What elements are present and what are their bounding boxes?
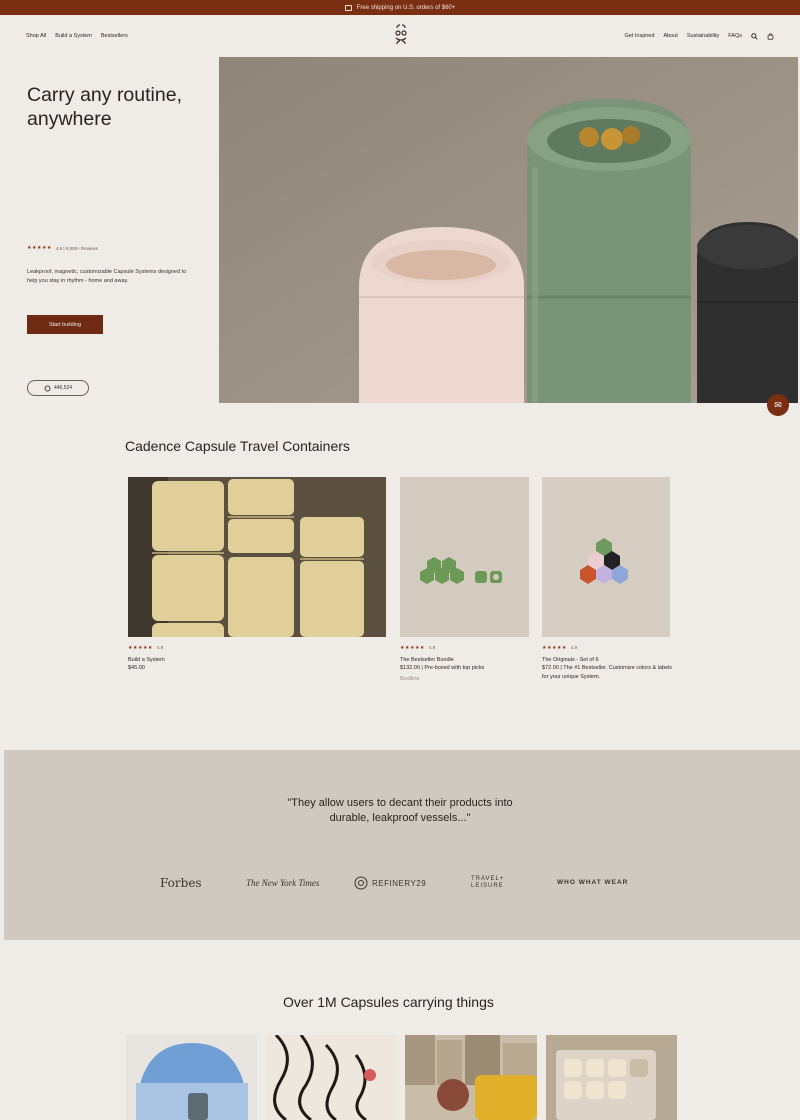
card-rating: ★★★★★ 4.9 (400, 644, 532, 653)
refinery29-mark-icon (354, 876, 368, 890)
announcement-bar: Free shipping on U.S. orders of $60+ (0, 0, 800, 15)
card-rating: ★★★★★ 4.9 (128, 644, 378, 653)
counter-value: 446,524 (53, 385, 73, 391)
press-section (4, 750, 800, 940)
community-photo-airplane[interactable] (126, 1035, 257, 1120)
announcement-text: Free shipping on U.S. orders of $60+ (356, 4, 456, 11)
nyt-logo: The New York Times (246, 878, 320, 888)
nav-left: Shop All Build a System Bestsellers (26, 33, 128, 39)
product-name: Build a System (128, 656, 165, 663)
hero-panel: Carry any routine, anywhere ★★★★★ 4.8 | … (0, 57, 218, 403)
abstract-pattern-photo (266, 1035, 397, 1120)
counter-pill[interactable]: 446,524 (27, 380, 89, 396)
yellow-capsules-photo (128, 477, 386, 637)
card-stars: ★★★★★ (128, 645, 153, 651)
who-what-wear-logo: WHO WHAT WEAR (557, 879, 629, 886)
gift-icon (344, 4, 352, 11)
city-taxi-photo (405, 1035, 537, 1120)
colorful-capsules-photo (542, 477, 670, 637)
search-icon[interactable] (751, 32, 758, 40)
brand-logo[interactable] (389, 23, 413, 47)
capsule-icon (44, 385, 51, 391)
nav-faqs[interactable]: FAQs (728, 33, 742, 39)
nav-about[interactable]: About (663, 33, 677, 39)
green-capsules-photo (400, 477, 529, 637)
nav-get-inspired[interactable]: Get Inspired (624, 33, 654, 39)
forbes-logo: Forbes (160, 876, 202, 890)
cart-icon[interactable] (767, 32, 774, 40)
nav-sustainability[interactable]: Sustainability (687, 33, 719, 39)
product-card-bestseller-bundle[interactable]: ★★★★★ 4.9 The Bestseller Bundle $132.00 |… (400, 644, 532, 683)
capsule-jars-photo (219, 57, 798, 403)
product-card-originals[interactable]: ★★★★★ 4.9 The Originals - Set of 6 $72.00… (542, 644, 674, 681)
travel-leisure-logo: TRAVEL+ LEISURE (471, 876, 505, 889)
nav-bestsellers[interactable]: Bestsellers (101, 33, 128, 39)
rating-text: 4.8 | 6,000+ Reviews (55, 245, 98, 251)
card-stars: ★★★★★ (400, 645, 425, 651)
nav-shop-all[interactable]: Shop All (26, 33, 46, 39)
community-photo-capsules[interactable] (546, 1035, 677, 1120)
main-nav: Shop All Build a System Bestsellers Get … (0, 15, 800, 57)
chat-launcher-icon[interactable]: ✉ (767, 394, 789, 416)
product-price: $72.00 | The #1 Bestseller. Customize co… (542, 665, 673, 680)
community-photo-city[interactable] (405, 1035, 537, 1120)
product-tag: Bestline (400, 675, 420, 682)
hero-description: Leakproof, magnetic, customizable Capsul… (27, 269, 187, 284)
card-rating-value: 4.9 (428, 645, 436, 650)
airplane-window-photo (126, 1035, 257, 1120)
press-quote: "They allow users to decant their produc… (287, 797, 513, 824)
hero-image (219, 57, 798, 403)
product-image-bestseller-bundle[interactable] (400, 477, 529, 637)
product-name: The Originals - Set of 6 (542, 656, 599, 663)
refinery29-text: REFINERY29 (372, 878, 427, 888)
card-rating: ★★★★★ 4.9 (542, 644, 674, 653)
community-photo-pattern[interactable] (266, 1035, 397, 1120)
nav-build-system[interactable]: Build a System (55, 33, 92, 39)
card-stars: ★★★★★ (542, 645, 567, 651)
rating-stars: ★★★★★ (27, 245, 52, 251)
product-price: $132.00 | Pre-boxed with top picks (400, 665, 485, 671)
nav-right: Get Inspired About Sustainability FAQs (624, 32, 774, 40)
capsule-case-photo (546, 1035, 677, 1120)
start-building-button[interactable]: Start building (27, 315, 103, 334)
card-rating-value: 4.9 (570, 645, 578, 650)
products-section-title: Cadence Capsule Travel Containers (125, 438, 350, 454)
product-name: The Bestseller Bundle (400, 656, 454, 663)
card-rating-value: 4.9 (156, 645, 164, 650)
community-section-title: Over 1M Capsules carrying things (283, 994, 494, 1010)
hero-title: Carry any routine, anywhere (27, 84, 182, 130)
product-image-originals[interactable] (542, 477, 670, 637)
product-card-build-system[interactable]: ★★★★★ 4.9 Build a System $45.00 (128, 644, 378, 673)
hero-rating: ★★★★★ 4.8 | 6,000+ Reviews (27, 245, 98, 251)
product-price: $45.00 (128, 665, 145, 671)
refinery29-logo: REFINERY29 (354, 876, 426, 890)
product-image-build-system[interactable] (128, 477, 386, 637)
